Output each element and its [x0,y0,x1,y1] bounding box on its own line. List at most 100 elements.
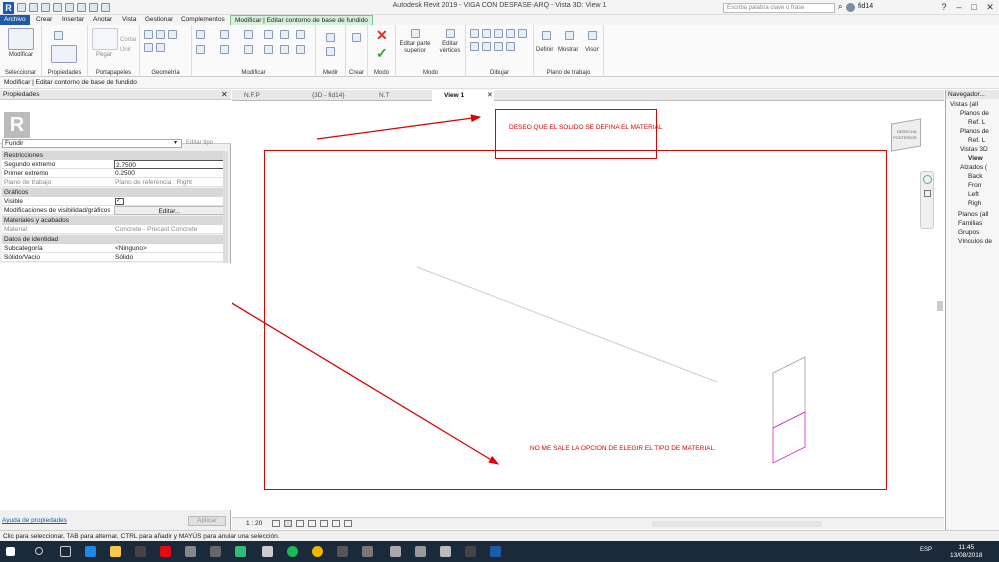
ellipse-icon[interactable] [482,42,491,51]
canvas-scrollbar-thumb[interactable] [937,301,943,311]
create-group-icon[interactable] [352,33,361,42]
scale-icon[interactable] [296,45,305,54]
browser-item-vistas-3d[interactable]: Vistas 3D [946,145,999,154]
epic-games-icon[interactable] [465,546,476,557]
minimize-button[interactable]: – [952,1,966,14]
cut-geometry-icon[interactable] [156,30,165,39]
browser-item-planos-2[interactable]: Planos de [946,127,999,136]
app-icon-6[interactable] [390,546,401,557]
chrome-icon[interactable] [312,546,323,557]
app-icon-2[interactable] [210,546,221,557]
segundo-extremo-input[interactable]: 2.7500 [114,160,224,169]
move-icon[interactable] [196,45,205,54]
browser-item-front[interactable]: Fron [946,181,999,190]
app-icon-5[interactable] [362,546,373,557]
browser-item-vinculos[interactable]: Vínculos de [946,237,999,246]
view-tab-nfp[interactable]: N.F.P [232,90,292,101]
properties-icon[interactable] [51,45,77,63]
show-workplane-icon[interactable] [565,31,574,40]
paste-icon[interactable] [92,28,118,50]
browser-item-left[interactable]: Left [946,190,999,199]
category-graficos[interactable]: Gráficos [2,188,227,197]
edit-top-label[interactable]: Editar parte superior [396,41,434,55]
visible-checkbox[interactable]: ✓ [115,198,124,205]
mirror-axis-icon[interactable] [244,30,253,39]
properties-scrollbar[interactable] [223,151,228,263]
properties-help-link[interactable]: Ayuda de propiedades [2,517,67,524]
spline-icon[interactable] [470,42,479,51]
explorer-icon[interactable] [110,546,121,557]
type-properties-icon[interactable] [54,31,63,40]
search-taskbar-icon[interactable] [35,547,43,555]
primer-extremo-value[interactable]: 0.2500 [114,169,224,178]
tab-anotar[interactable]: Anotar [89,15,116,25]
drawing-canvas[interactable]: DESEO QUE EL SOLIDO SE DEFINA EL MATERIA… [232,101,944,517]
tab-archivo[interactable]: Archivo [0,15,30,25]
browser-item-view1[interactable]: View [946,154,999,163]
split-icon[interactable] [280,30,289,39]
zoom-icon[interactable] [924,190,931,197]
solido-vacio-value[interactable]: Sólido [114,253,224,262]
taskbar-clock[interactable]: 11:45 13/08/2018 [950,544,983,560]
user-name[interactable]: fid14 [858,3,873,10]
polygon-icon[interactable] [494,29,503,38]
type-selector[interactable]: Fundir [2,139,182,148]
split-face-icon[interactable] [144,43,153,52]
prop-row-modif-visibilidad[interactable]: Modificaciones de visibilidad/gráficos E… [2,206,227,215]
cut-label[interactable]: Cortar [120,37,137,44]
tab-modificar-contexto[interactable]: Modificar | Editar contorno de base de f… [230,15,373,25]
temporary-hide-icon[interactable] [332,520,340,527]
offset-icon[interactable] [220,30,229,39]
set-workplane-icon[interactable] [542,31,551,40]
help-search-input[interactable]: Escriba palabra clave o frase [723,3,835,13]
viewer-icon[interactable] [588,31,597,40]
category-materiales[interactable]: Materiales y acabados [2,216,227,225]
chevron-down-icon[interactable]: ▾ [174,139,177,146]
app-icon-4[interactable] [337,546,348,557]
close-tab-icon[interactable]: ✕ [487,90,493,101]
visual-style-icon[interactable] [284,520,292,527]
input-language[interactable]: ESP [920,547,932,553]
view-cube[interactable]: DERECHA POSTERIOR [887,115,927,155]
prop-row-subcategoria[interactable]: Subcategoría <Ninguno> [2,244,227,253]
edge-icon[interactable] [85,546,96,557]
detail-level-icon[interactable] [272,520,280,527]
crop-view-icon[interactable] [320,520,328,527]
modify-cursor-icon[interactable] [8,28,34,50]
prop-row-visible[interactable]: Visible ✓ [2,197,227,206]
netflix-icon[interactable] [160,546,171,557]
close-button[interactable]: ✕ [983,1,997,14]
prop-row-solido-vacio[interactable]: Sólido/Vacío Sólido [2,253,227,262]
task-view-icon[interactable] [60,546,71,557]
shadows-icon[interactable] [308,520,316,527]
edit-visibility-button[interactable]: Editar... [114,206,224,215]
prop-row-primer-extremo[interactable]: Primer extremo 0.2500 [2,169,227,178]
edit-vertices-label[interactable]: Editar vértices [436,41,464,55]
horizontal-scrollbar[interactable] [652,521,822,527]
view-tab-3d-fid14[interactable]: {3D - fid14} [300,90,370,101]
view-tab-nt[interactable]: N.T [367,90,427,101]
view-scale[interactable]: 1 : 20 [246,518,262,530]
cancel-edit-icon[interactable]: ✕ [376,27,388,44]
array-icon[interactable] [280,45,289,54]
dimension-icon[interactable] [326,47,335,56]
type-preview[interactable]: R [0,100,231,144]
calculator-icon[interactable] [262,546,273,557]
category-identidad[interactable]: Datos de identidad [2,235,227,244]
circle-icon[interactable] [506,29,515,38]
finish-edit-icon[interactable]: ✓ [376,45,388,62]
sun-path-icon[interactable] [296,520,304,527]
tab-insertar[interactable]: Insertar [58,15,88,25]
rotate-icon[interactable] [244,45,253,54]
fillet-arc-icon[interactable] [506,42,515,51]
pin-icon[interactable] [296,30,305,39]
align-icon[interactable] [196,30,205,39]
arc-icon[interactable] [518,29,527,38]
browser-item-ref[interactable]: Ref. L [946,118,999,127]
viewer-label[interactable]: Visor [585,47,599,54]
properties-close-icon[interactable]: ✕ [221,90,228,100]
reveal-hidden-icon[interactable] [344,520,352,527]
cope-icon[interactable] [144,30,153,39]
show-label[interactable]: Mostrar [558,47,578,54]
steering-wheel-icon[interactable] [923,175,932,184]
